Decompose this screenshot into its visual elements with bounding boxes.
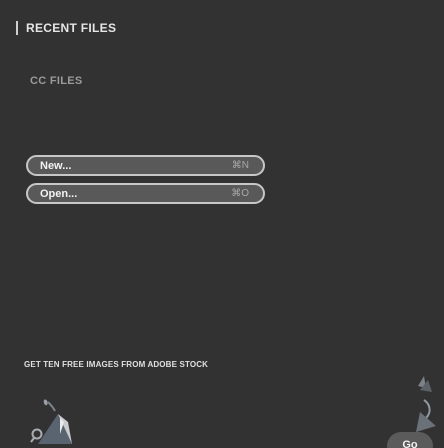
section-title: RECENT FILES <box>26 21 117 35</box>
stock-artwork-image <box>30 399 72 444</box>
new-file-label: New... <box>40 159 72 172</box>
go-button[interactable]: Go <box>387 432 433 448</box>
open-file-label: Open... <box>40 187 78 200</box>
section-accent-bar <box>16 21 18 35</box>
adobe-stock-banner: GET TEN FREE IMAGES FROM ADOBE STOCK <box>24 360 209 369</box>
new-file-button[interactable]: New... ⌘N <box>26 155 265 176</box>
cc-files-label[interactable]: CC FILES <box>30 75 83 87</box>
new-file-shortcut: ⌘N <box>231 160 249 171</box>
start-panel: RECENT FILES CC FILES New... ⌘N Open... … <box>0 0 444 448</box>
open-file-button[interactable]: Open... ⌘O <box>26 183 265 204</box>
recent-files-header: RECENT FILES <box>16 16 116 40</box>
open-file-shortcut: ⌘O <box>231 188 249 199</box>
